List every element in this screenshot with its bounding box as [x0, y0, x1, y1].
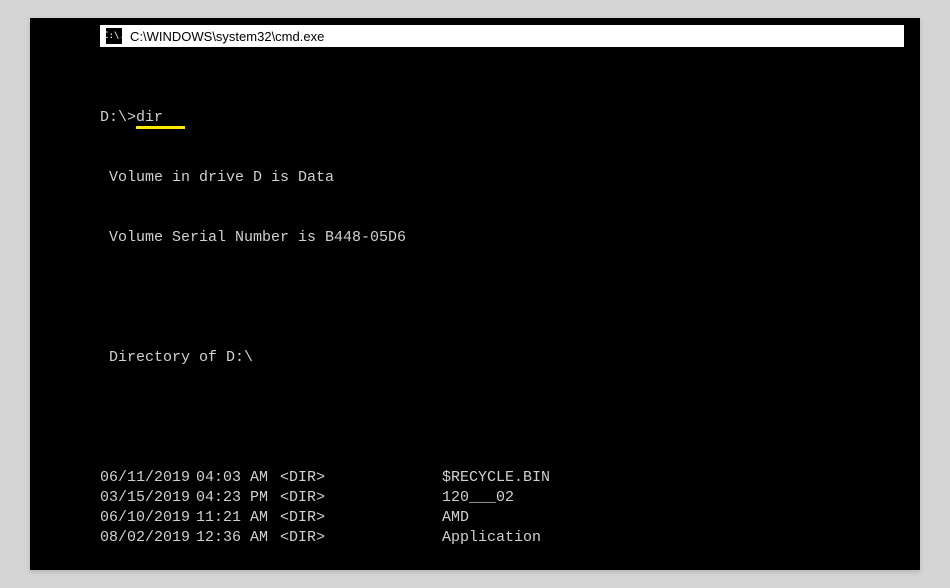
col-time: 04:03 AM	[196, 468, 280, 488]
col-spacer	[432, 468, 442, 488]
titlebar[interactable]: C:\. C:\WINDOWS\system32\cmd.exe	[100, 25, 904, 47]
col-dir-marker: <DIR>	[280, 508, 376, 528]
col-date: 03/15/2019	[100, 488, 196, 508]
cmd-icon: C:\.	[106, 28, 122, 44]
col-dir-marker: <DIR>	[280, 488, 376, 508]
col-dir-marker: <DIR>	[280, 528, 376, 548]
serial-line: Volume Serial Number is B448-05D6	[100, 228, 890, 248]
stage: C:\. C:\WINDOWS\system32\cmd.exe D:\>dir…	[0, 0, 950, 588]
window-title: C:\WINDOWS\system32\cmd.exe	[130, 29, 324, 44]
col-size	[376, 528, 432, 548]
col-name: $RECYCLE.BIN	[442, 468, 890, 488]
col-time: 12:36 AM	[196, 528, 280, 548]
col-name: AMD	[442, 508, 890, 528]
blank-line	[100, 408, 890, 428]
prompt-line: D:\>dir	[100, 108, 890, 128]
col-spacer	[432, 488, 442, 508]
dir-row: 08/02/201912:36 AM<DIR> Application	[100, 528, 890, 548]
col-name: Application	[442, 528, 890, 548]
blank-line	[100, 288, 890, 308]
dir-row: 06/10/201911:21 AM<DIR> AMD	[100, 508, 890, 528]
col-spacer	[432, 508, 442, 528]
directory-listing: 06/11/201904:03 AM<DIR> $RECYCLE.BIN03/1…	[100, 468, 890, 548]
typed-command: dir	[136, 108, 163, 128]
dir-row: 03/15/201904:23 PM<DIR> 120___02	[100, 488, 890, 508]
col-date: 06/10/2019	[100, 508, 196, 528]
col-dir-marker: <DIR>	[280, 468, 376, 488]
prompt-path: D:\>	[100, 108, 136, 128]
col-size	[376, 508, 432, 528]
col-spacer	[432, 528, 442, 548]
volume-line: Volume in drive D is Data	[100, 168, 890, 188]
col-size	[376, 468, 432, 488]
cmd-window: C:\. C:\WINDOWS\system32\cmd.exe D:\>dir…	[30, 18, 920, 570]
col-name: 120___02	[442, 488, 890, 508]
col-date: 08/02/2019	[100, 528, 196, 548]
col-date: 06/11/2019	[100, 468, 196, 488]
directory-of-line: Directory of D:\	[100, 348, 890, 368]
terminal-output[interactable]: D:\>dir Volume in drive D is Data Volume…	[100, 68, 890, 548]
col-size	[376, 488, 432, 508]
dir-row: 06/11/201904:03 AM<DIR> $RECYCLE.BIN	[100, 468, 890, 488]
col-time: 11:21 AM	[196, 508, 280, 528]
col-time: 04:23 PM	[196, 488, 280, 508]
